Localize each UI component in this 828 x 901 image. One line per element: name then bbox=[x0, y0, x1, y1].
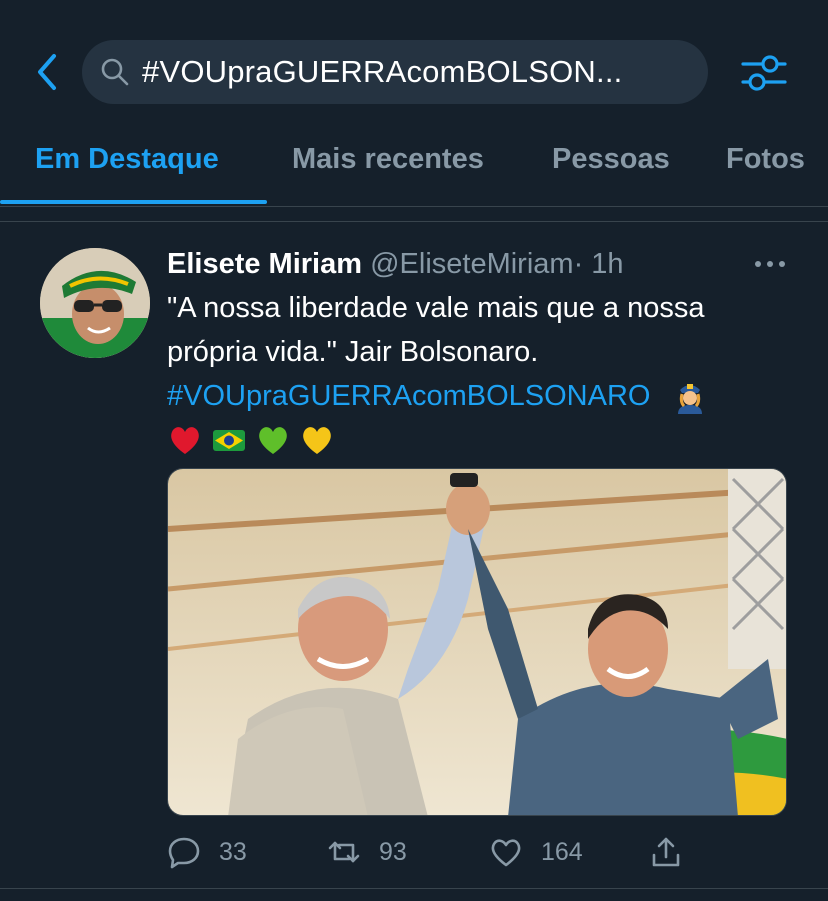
tweet-text-line: própria vida." Jair Bolsonaro. bbox=[167, 336, 539, 368]
photo-image bbox=[168, 469, 786, 815]
reply-icon bbox=[168, 837, 200, 869]
reply-button[interactable]: 33 bbox=[167, 832, 247, 872]
tweet[interactable]: Elisete Miriam @EliseteMiriam· 1h "A nos… bbox=[0, 222, 828, 901]
red-heart-emoji bbox=[171, 427, 199, 454]
top-bar: #VOUpraGUERRAcomBOLSON... bbox=[0, 0, 828, 130]
emoji-row bbox=[167, 418, 787, 462]
yellow-heart-emoji bbox=[303, 427, 331, 454]
tweet-actions: 33 93 164 bbox=[167, 832, 767, 872]
share-button[interactable] bbox=[649, 832, 683, 872]
share-icon bbox=[652, 837, 680, 867]
tweet-text: "A nossa liberdade vale mais que a nossa… bbox=[167, 286, 787, 462]
display-name[interactable]: Elisete Miriam bbox=[167, 248, 362, 280]
search-query: #VOUpraGUERRAcomBOLSON... bbox=[142, 54, 623, 89]
retweet-button[interactable]: 93 bbox=[327, 832, 407, 872]
tab-mais-recentes[interactable]: Mais recentes bbox=[292, 130, 484, 204]
search-icon bbox=[101, 58, 129, 86]
like-count: 164 bbox=[541, 837, 583, 866]
tweet-header: Elisete Miriam @EliseteMiriam· 1h bbox=[167, 244, 624, 284]
heart-icon bbox=[491, 839, 521, 867]
police-officer-woman-emoji bbox=[678, 384, 703, 414]
user-handle[interactable]: @EliseteMiriam bbox=[370, 248, 573, 280]
green-heart-emoji bbox=[259, 427, 287, 454]
tweet-divider bbox=[0, 888, 828, 889]
brazil-flag-emoji bbox=[213, 430, 245, 451]
like-button[interactable]: 164 bbox=[489, 832, 583, 872]
tweet-text-line: "A nossa liberdade vale mais que a nossa bbox=[167, 292, 705, 324]
search-filter-button[interactable] bbox=[740, 50, 788, 94]
more-dots-icon bbox=[755, 261, 785, 267]
search-input[interactable]: #VOUpraGUERRAcomBOLSON... bbox=[82, 40, 708, 104]
reply-count: 33 bbox=[219, 837, 247, 866]
tab-pessoas[interactable]: Pessoas bbox=[552, 130, 670, 204]
chevron-left-icon bbox=[38, 54, 56, 90]
sliders-icon bbox=[741, 55, 787, 91]
avatar[interactable] bbox=[40, 248, 150, 358]
tab-em-destaque[interactable]: Em Destaque bbox=[35, 130, 219, 204]
retweet-count: 93 bbox=[379, 837, 407, 866]
active-tab-indicator bbox=[0, 200, 267, 204]
retweet-icon bbox=[328, 841, 360, 863]
more-options-button[interactable] bbox=[750, 252, 790, 276]
section-divider bbox=[0, 207, 828, 222]
search-tabs: Em Destaque Mais recentes Pessoas Fotos bbox=[0, 130, 828, 207]
tab-fotos[interactable]: Fotos bbox=[726, 130, 805, 204]
hashtag-link[interactable]: #VOUpraGUERRAcomBOLSONARO bbox=[167, 374, 650, 418]
back-button[interactable] bbox=[30, 52, 64, 92]
tweet-time: · 1h bbox=[573, 248, 624, 280]
avatar-image bbox=[40, 248, 150, 358]
tweet-photo[interactable] bbox=[167, 468, 787, 816]
